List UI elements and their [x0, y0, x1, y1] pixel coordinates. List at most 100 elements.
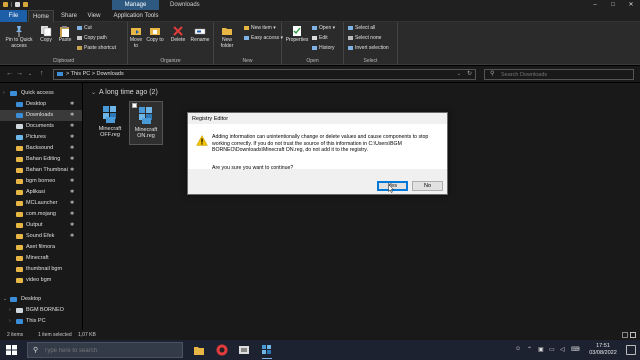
pin-icon[interactable]: ✱ — [70, 165, 74, 176]
minecraft-launcher-icon[interactable] — [238, 344, 250, 356]
nav-item-pictures[interactable]: Pictures ✱ — [0, 132, 82, 143]
cut-button[interactable]: Cut — [77, 25, 92, 31]
pin-to-quick-access-button[interactable]: Pin to Quick access — [3, 25, 35, 49]
open-button[interactable]: Open ▾ — [312, 25, 335, 31]
group-header[interactable]: ⌄ A long time ago (2) — [91, 89, 158, 96]
new-folder-icon[interactable] — [23, 2, 28, 7]
people-icon[interactable]: ☺ — [515, 346, 521, 352]
pin-icon[interactable]: ✱ — [70, 198, 74, 209]
taskbar-search-input[interactable] — [44, 346, 174, 355]
folder-icon[interactable] — [3, 2, 8, 7]
nav-item-downloads[interactable]: Downloads ✱ — [0, 110, 82, 121]
edit-button[interactable]: Edit — [312, 35, 328, 41]
nav-desktop-root[interactable]: ⌄ Desktop — [0, 294, 82, 305]
new-folder-button[interactable]: New folder — [216, 25, 238, 49]
nav-item-mclauncher[interactable]: MCLauncher ✱ — [0, 198, 82, 209]
properties-button[interactable]: Properties — [284, 25, 310, 44]
taskbar-search-box[interactable]: ⚲ — [27, 342, 183, 358]
nav-item-video-bgm[interactable]: video bgm — [0, 275, 82, 286]
nav-item-desktop[interactable]: Desktop ✱ — [0, 99, 82, 110]
pin-icon[interactable]: ✱ — [70, 99, 74, 110]
copy-to-button[interactable]: Copy to — [146, 25, 164, 44]
nav-item-output[interactable]: Output ✱ — [0, 220, 82, 231]
nav-item-aset-filmora[interactable]: Aset filmora — [0, 242, 82, 253]
recorder-app-icon[interactable] — [216, 344, 228, 356]
registry-editor-taskbar-icon[interactable] — [261, 344, 273, 359]
large-icons-view-icon[interactable] — [630, 332, 636, 338]
pin-icon[interactable]: ✱ — [70, 209, 74, 220]
tab-share[interactable]: Share — [56, 10, 82, 22]
volume-icon[interactable]: ◁ — [560, 346, 565, 353]
nav-item-backsound[interactable]: Backsound ✱ — [0, 143, 82, 154]
nav-item-thumbnail-bgm[interactable]: thumbnail bgm — [0, 264, 82, 275]
nav-quick-access[interactable]: › Quick access — [0, 88, 82, 99]
manage-context-tab[interactable]: Manage — [112, 0, 159, 10]
select-all-button[interactable]: Select all — [348, 25, 375, 31]
pin-icon[interactable]: ✱ — [70, 121, 74, 132]
breadcrumb-this-pc[interactable]: This PC — [71, 71, 91, 77]
tab-view[interactable]: View — [83, 10, 105, 22]
recent-chevron-down-icon[interactable]: ⌄ — [28, 69, 32, 79]
nav-item-bahan-thumbnail[interactable]: Bahan Thumbnai ✱ — [0, 165, 82, 176]
keyboard-icon[interactable]: ⌨ — [571, 346, 580, 353]
expand-chevron-icon[interactable]: › — [9, 305, 11, 316]
delete-button[interactable]: Delete — [168, 25, 188, 44]
collapse-chevron-icon[interactable]: ⌄ — [91, 90, 96, 96]
easy-access-button[interactable]: Easy access ▾ — [244, 35, 283, 41]
clock[interactable]: 17:51 03/08/2022 — [583, 343, 623, 357]
pin-icon[interactable]: ✱ — [70, 110, 74, 121]
nav-item-aplikasi[interactable]: Aplikasi ✱ — [0, 187, 82, 198]
file-item-minecraft-off[interactable]: Minecraft OFF.reg — [93, 101, 127, 145]
search-input[interactable] — [501, 71, 629, 78]
file-item-minecraft-on[interactable]: Minecraft ON.reg — [129, 101, 163, 145]
search-box[interactable]: ⚲ — [484, 69, 634, 80]
nav-this-pc[interactable]: › This PC — [0, 316, 82, 327]
address-box[interactable]: > This PC > Downloads ⌄ ↻ — [53, 69, 476, 80]
paste-button[interactable]: Paste — [56, 25, 74, 44]
copy-path-button[interactable]: Copy path — [77, 35, 107, 41]
nav-item-sound-efek[interactable]: Sound Efek ✱ — [0, 231, 82, 242]
copy-button[interactable]: Copy — [37, 25, 55, 44]
tab-home[interactable]: Home — [28, 10, 54, 22]
maximize-button[interactable]: □ — [604, 0, 622, 10]
expand-chevron-icon[interactable]: ⌄ — [3, 294, 7, 305]
invert-selection-button[interactable]: Invert selection — [348, 45, 389, 51]
pin-icon[interactable]: ✱ — [70, 187, 74, 198]
new-item-button[interactable]: New item ▾ — [244, 25, 276, 31]
nav-item-minecraft[interactable]: Minecraft — [0, 253, 82, 264]
tab-file[interactable]: File — [0, 10, 27, 22]
up-arrow-icon[interactable]: ↑ — [40, 69, 44, 79]
pin-icon[interactable]: ✱ — [70, 143, 74, 154]
back-arrow-icon[interactable]: ← — [6, 69, 13, 79]
close-button[interactable]: ✕ — [622, 0, 640, 10]
nav-item-bahan-editing[interactable]: Bahan Editing ✱ — [0, 154, 82, 165]
notification-center-icon[interactable] — [626, 345, 636, 355]
nav-item-bgm-borneo[interactable]: bgm borneo ✱ — [0, 176, 82, 187]
rename-button[interactable]: Rename — [189, 25, 211, 44]
details-view-icon[interactable] — [622, 332, 628, 338]
select-none-button[interactable]: Select none — [348, 35, 381, 41]
pin-icon[interactable]: ✱ — [70, 132, 74, 143]
address-history-chevron-icon[interactable]: ⌄ — [457, 70, 461, 79]
tab-application-tools[interactable]: Application Tools — [110, 10, 162, 22]
expand-chevron-icon[interactable]: › — [3, 88, 5, 99]
pin-icon[interactable]: ✱ — [70, 176, 74, 187]
pin-icon[interactable]: ✱ — [70, 231, 74, 242]
refresh-icon[interactable]: ↻ — [467, 70, 472, 79]
no-button[interactable]: No — [412, 181, 443, 191]
pin-icon[interactable]: ✱ — [70, 154, 74, 165]
tray-app-icon[interactable]: ▣ — [538, 346, 544, 353]
tray-overflow-chevron-icon[interactable]: ⌃ — [527, 346, 532, 353]
minimize-button[interactable]: – — [586, 0, 604, 10]
nav-item-com-mojang[interactable]: com.mojang ✱ — [0, 209, 82, 220]
move-to-button[interactable]: Move to — [128, 25, 144, 49]
breadcrumb-downloads[interactable]: Downloads — [97, 71, 124, 77]
windows-start-icon[interactable] — [6, 345, 17, 355]
expand-chevron-icon[interactable]: › — [9, 316, 11, 327]
battery-icon[interactable]: ▭ — [549, 346, 555, 353]
nav-bgm-borneo-user[interactable]: › BGM BORNEO — [0, 305, 82, 316]
file-explorer-icon[interactable] — [193, 344, 205, 356]
history-button[interactable]: History — [312, 45, 335, 51]
pin-icon[interactable]: ✱ — [70, 220, 74, 231]
forward-arrow-icon[interactable]: → — [16, 69, 23, 79]
